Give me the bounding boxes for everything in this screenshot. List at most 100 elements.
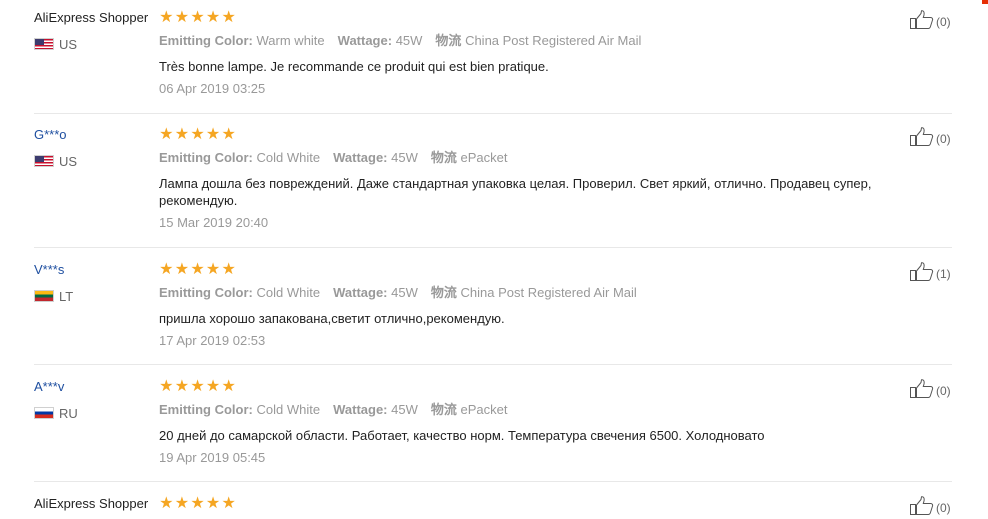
star-icon: ★ (174, 261, 190, 278)
review-date: 17 Apr 2019 02:53 (159, 333, 266, 348)
review-divider (34, 247, 952, 248)
reviewer-name[interactable]: A***v (34, 379, 64, 395)
us-flag-icon (34, 155, 54, 167)
attribute-label: Wattage: (337, 33, 393, 48)
star-icon: ★ (190, 378, 205, 395)
star-icon: ★ (174, 495, 190, 512)
thumbs-up-icon (910, 10, 934, 29)
reviewer-name: AliExpress Shopper (34, 10, 149, 25)
review-text: пришла хорошо запакована,светит отлично,… (159, 311, 505, 326)
thumbs-up-icon (910, 262, 934, 281)
star-icon: ★ (159, 9, 174, 26)
star-rating: ★ ★ ★ ★ ★ (159, 379, 236, 395)
attribute-value: 45W (395, 33, 423, 48)
attribute-label: 物流 (430, 402, 457, 417)
star-rating: ★ ★ ★ ★ ★ (159, 262, 236, 278)
star-icon: ★ (190, 126, 205, 143)
thumbs-up-icon (910, 496, 934, 515)
reviewer-name: AliExpress Shopper (34, 496, 149, 511)
attribute-label: 物流 (430, 285, 457, 300)
review-divider (34, 481, 952, 482)
reviewer-name[interactable]: V***s (34, 262, 64, 278)
helpful-count: (0) (936, 15, 951, 29)
helpful-count: (0) (936, 132, 951, 146)
star-icon: ★ (174, 126, 190, 143)
star-rating: ★ ★ ★ ★ ★ (159, 10, 236, 26)
reviewer-country: US (34, 153, 77, 169)
attribute-value: ePacket (460, 402, 508, 417)
star-icon: ★ (205, 126, 221, 143)
attribute-value: ePacket (460, 150, 508, 165)
thumbs-up-icon (910, 379, 934, 398)
country-code: US (59, 36, 78, 52)
country-code: LT (59, 288, 74, 304)
attribute-value: Cold White (256, 402, 321, 417)
star-icon: ★ (205, 261, 221, 278)
star-icon: ★ (190, 261, 205, 278)
star-icon: ★ (205, 378, 221, 395)
attribute-label: Wattage: (333, 402, 388, 417)
helpful-button[interactable]: (0) (910, 496, 951, 515)
ru-flag-icon (34, 407, 54, 419)
product-attributes: Emitting Color: Cold White Wattage: 45W 物流… (159, 402, 520, 418)
review-divider (34, 364, 952, 365)
star-icon: ★ (174, 378, 190, 395)
helpful-count: (1) (936, 267, 951, 281)
attribute-value: 45W (391, 402, 418, 417)
attribute-label: Emitting Color: (159, 402, 253, 417)
review-text: Très bonne lampe. Je recommande ce produ… (159, 59, 549, 74)
star-icon: ★ (159, 378, 174, 395)
star-icon: ★ (190, 9, 205, 26)
product-attributes: Emitting Color: Cold White Wattage: 45W 物流… (159, 285, 650, 301)
star-icon: ★ (221, 126, 236, 143)
helpful-button[interactable]: (0) (910, 10, 951, 29)
review-text: Лампа дошла без повреждений. Даже станда… (159, 176, 872, 208)
country-code: RU (59, 405, 78, 421)
attribute-label: Emitting Color: (159, 33, 253, 48)
attribute-label: Wattage: (333, 285, 388, 300)
top-accent-bar (982, 0, 988, 4)
attribute-label: 物流 (435, 33, 462, 48)
product-attributes: Emitting Color: Cold White Wattage: 45W 物流… (159, 150, 520, 166)
review-text: 20 дней до самарской области. Работает, … (159, 428, 765, 443)
thumbs-up-icon (910, 127, 934, 146)
star-icon: ★ (221, 495, 236, 512)
star-icon: ★ (221, 9, 236, 26)
star-icon: ★ (159, 261, 174, 278)
attribute-label: 物流 (430, 150, 457, 165)
attribute-value: 45W (391, 285, 418, 300)
attribute-value: Cold White (256, 285, 321, 300)
helpful-button[interactable]: (0) (910, 127, 951, 146)
helpful-button[interactable]: (1) (910, 262, 951, 281)
star-icon: ★ (190, 495, 205, 512)
review-date: 15 Mar 2019 20:40 (159, 215, 269, 230)
star-icon: ★ (205, 495, 221, 512)
attribute-label: Emitting Color: (159, 285, 253, 300)
attribute-value: 45W (391, 150, 418, 165)
product-attributes: Emitting Color: Warm white Wattage: 45W 物流… (159, 33, 654, 49)
reviewer-country: US (34, 36, 77, 52)
attribute-label: Wattage: (333, 150, 388, 165)
attribute-value: Cold White (256, 150, 321, 165)
lt-flag-icon (34, 290, 54, 302)
attribute-value: China Post Registered Air Mail (465, 33, 642, 48)
star-icon: ★ (221, 378, 236, 395)
review-divider (34, 113, 952, 114)
star-icon: ★ (205, 9, 221, 26)
helpful-count: (0) (936, 501, 951, 515)
star-rating: ★ ★ ★ ★ ★ (159, 496, 236, 512)
helpful-button[interactable]: (0) (910, 379, 951, 398)
attribute-label: Emitting Color: (159, 150, 253, 165)
star-icon: ★ (221, 261, 236, 278)
star-icon: ★ (159, 126, 174, 143)
attribute-value: Warm white (256, 33, 325, 48)
star-icon: ★ (174, 9, 190, 26)
reviewer-country: RU (34, 405, 78, 421)
reviewer-name[interactable]: G***o (34, 127, 67, 143)
review-date: 06 Apr 2019 03:25 (159, 81, 266, 96)
star-rating: ★ ★ ★ ★ ★ (159, 127, 236, 143)
attribute-value: China Post Registered Air Mail (460, 285, 637, 300)
review-date: 19 Apr 2019 05:45 (159, 450, 266, 465)
us-flag-icon (34, 38, 54, 50)
helpful-count: (0) (936, 384, 951, 398)
